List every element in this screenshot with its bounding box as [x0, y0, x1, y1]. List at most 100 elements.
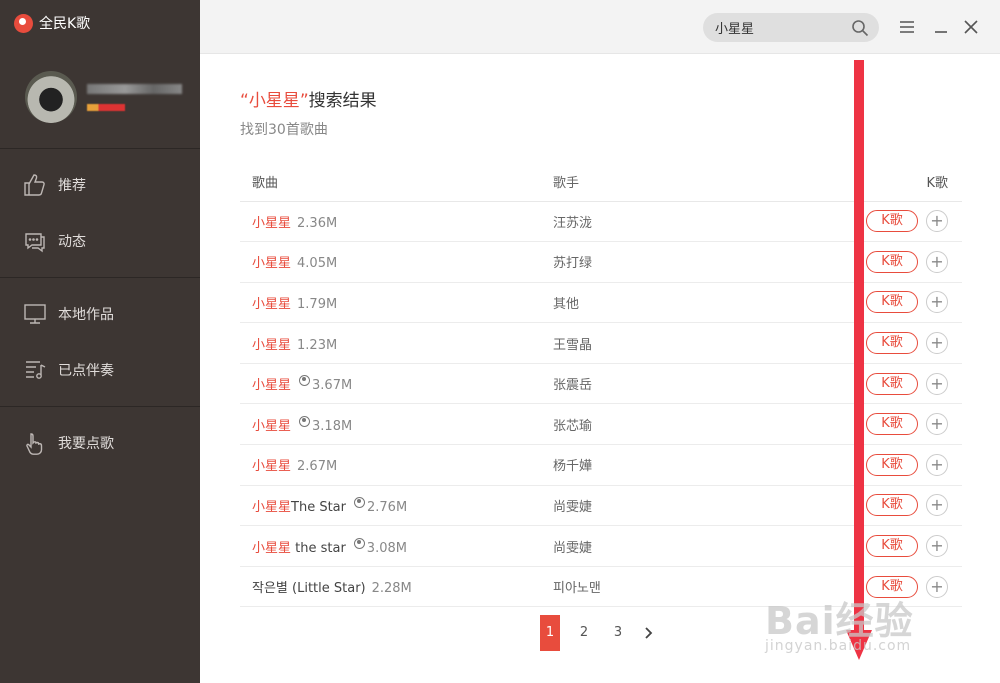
table-row[interactable]: 小星星 3.18M 张芯瑜 K歌 +	[240, 403, 962, 446]
sidebar-item-request-song[interactable]: 我要点歌	[0, 415, 200, 471]
sing-k-button[interactable]: K歌	[866, 332, 918, 355]
sidebar-item-ordered-accompaniment[interactable]: 已点伴奏	[0, 342, 200, 398]
minimize-button[interactable]	[931, 17, 951, 37]
add-icon[interactable]: +	[926, 413, 948, 436]
table-row[interactable]: 小星星 the star 3.08M 尚雯婕 K歌 +	[240, 525, 962, 567]
song-cell: 小星星The Star 2.76M	[240, 485, 553, 527]
title-quote-open: “	[240, 91, 249, 111]
song-size: 3.67M	[312, 378, 353, 394]
action-cell: K歌 +	[853, 525, 962, 567]
song-name-extra[interactable]: the star	[291, 541, 346, 556]
song-size: 2.28M	[371, 581, 412, 597]
singer-cell[interactable]: 其他	[553, 282, 853, 324]
mv-globe-icon	[353, 537, 365, 549]
menu-button[interactable]	[897, 17, 917, 37]
sing-k-button[interactable]: K歌	[866, 535, 918, 558]
song-table: 歌曲 歌手 K歌 小星星 2.36M 汪苏泷 K歌 + 小星星 4.05M 苏打绿 K歌 + 小星星…	[240, 163, 962, 608]
results-count: 找到30首歌曲	[240, 122, 328, 138]
sing-k-button[interactable]: K歌	[866, 494, 918, 517]
song-size: 1.79M	[297, 296, 338, 312]
sidebar-item-feed[interactable]: 动态	[0, 213, 200, 269]
sing-k-button[interactable]: K歌	[866, 250, 918, 273]
title-suffix: 搜索结果	[308, 91, 377, 111]
song-cell: 小星星 3.67M	[240, 363, 553, 405]
sing-k-button[interactable]: K歌	[866, 291, 918, 314]
action-cell: K歌 +	[853, 282, 962, 324]
add-icon[interactable]: +	[926, 210, 948, 233]
add-icon[interactable]: +	[926, 372, 948, 395]
sing-k-button[interactable]: K歌	[866, 453, 918, 476]
search-input[interactable]	[715, 20, 851, 35]
singer-cell[interactable]: 张震岳	[553, 363, 853, 405]
page-2[interactable]: 2	[574, 615, 594, 651]
app-header: 全民K歌	[0, 0, 200, 46]
chevron-right-icon[interactable]	[642, 626, 656, 640]
nav-group-request: 我要点歌	[0, 407, 200, 479]
mv-globe-icon	[354, 496, 365, 508]
song-name[interactable]: 小星星	[252, 297, 291, 312]
top-bar	[200, 0, 1000, 54]
sing-k-button[interactable]: K歌	[866, 372, 918, 395]
song-name[interactable]: 小星星	[252, 541, 291, 556]
table-row[interactable]: 小星星 2.36M 汪苏泷 K歌 +	[240, 201, 962, 243]
search-box[interactable]	[703, 13, 879, 42]
singer-cell[interactable]: 张芯瑜	[553, 403, 853, 446]
add-icon[interactable]: +	[926, 250, 948, 273]
add-icon[interactable]: +	[926, 494, 948, 517]
sing-k-button[interactable]: K歌	[866, 210, 918, 233]
song-name[interactable]: 작은별 (Little Star)	[252, 581, 366, 596]
table-row[interactable]: 小星星 3.67M 张震岳 K歌 +	[240, 363, 962, 405]
song-size: 2.36M	[297, 215, 338, 231]
results-title: “小星星”搜索结果	[240, 86, 962, 111]
action-cell: K歌 +	[853, 403, 962, 446]
sidebar-item-label: 动态	[58, 234, 86, 250]
table-row[interactable]: 小星星The Star 2.76M 尚雯婕 K歌 +	[240, 485, 962, 527]
nav-group-local: 本地作品 已点伴奏	[0, 278, 200, 407]
chat-icon	[25, 233, 45, 253]
user-profile[interactable]	[0, 46, 200, 149]
thumbs-up-icon	[24, 174, 45, 196]
singer-cell[interactable]: 苏打绿	[553, 241, 853, 283]
search-icon[interactable]	[851, 19, 869, 37]
close-icon	[964, 20, 978, 34]
sidebar-item-label: 推荐	[58, 178, 86, 194]
song-name[interactable]: 小星星	[252, 216, 291, 231]
sing-k-button[interactable]: K歌	[866, 413, 918, 436]
singer-cell[interactable]: 杨千嬅	[553, 444, 853, 486]
table-row[interactable]: 小星星 2.67M 杨千嬅 K歌 +	[240, 444, 962, 486]
table-row[interactable]: 小星星 4.05M 苏打绿 K歌 +	[240, 241, 962, 283]
add-icon[interactable]: +	[926, 453, 948, 476]
close-button[interactable]	[961, 17, 981, 37]
song-name[interactable]: 小星星	[252, 419, 291, 434]
song-name[interactable]: 小星星	[252, 459, 291, 474]
song-list: 小星星 2.36M 汪苏泷 K歌 + 小星星 4.05M 苏打绿 K歌 + 小星星 1.79M 其他 K歌…	[240, 201, 962, 608]
app-logo-icon	[14, 13, 33, 33]
table-row[interactable]: 小星星 1.23M 王雪晶 K歌 +	[240, 322, 962, 364]
sidebar-item-local-works[interactable]: 本地作品	[0, 286, 200, 342]
song-size: 2.67M	[297, 459, 338, 475]
add-icon[interactable]: +	[926, 535, 948, 558]
song-name[interactable]: 小星星	[252, 500, 291, 515]
monitor-icon	[24, 304, 46, 324]
watermark-url: jingyan.baidu.com	[765, 638, 912, 654]
singer-cell[interactable]: 尚雯婕	[553, 485, 853, 527]
mv-globe-icon	[299, 415, 311, 427]
page-3[interactable]: 3	[608, 615, 628, 651]
song-name[interactable]: 小星星	[252, 256, 291, 271]
page-1[interactable]: 1	[540, 615, 560, 651]
song-cell: 小星星 2.36M	[240, 201, 553, 243]
avatar[interactable]	[25, 71, 77, 123]
sidebar-item-recommend[interactable]: 推荐	[0, 157, 200, 213]
action-cell: K歌 +	[853, 485, 962, 527]
singer-cell[interactable]: 汪苏泷	[553, 201, 853, 243]
singer-cell[interactable]: 王雪晶	[553, 322, 853, 364]
add-icon[interactable]: +	[926, 291, 948, 314]
mv-globe-icon	[299, 375, 311, 387]
singer-cell[interactable]: 尚雯婕	[553, 525, 853, 567]
song-name-extra[interactable]: The Star	[291, 500, 346, 515]
song-name[interactable]: 小星星	[252, 338, 291, 353]
add-icon[interactable]: +	[926, 332, 948, 355]
song-name[interactable]: 小星星	[252, 378, 291, 393]
add-icon[interactable]: +	[926, 575, 948, 598]
table-row[interactable]: 小星星 1.79M 其他 K歌 +	[240, 282, 962, 324]
